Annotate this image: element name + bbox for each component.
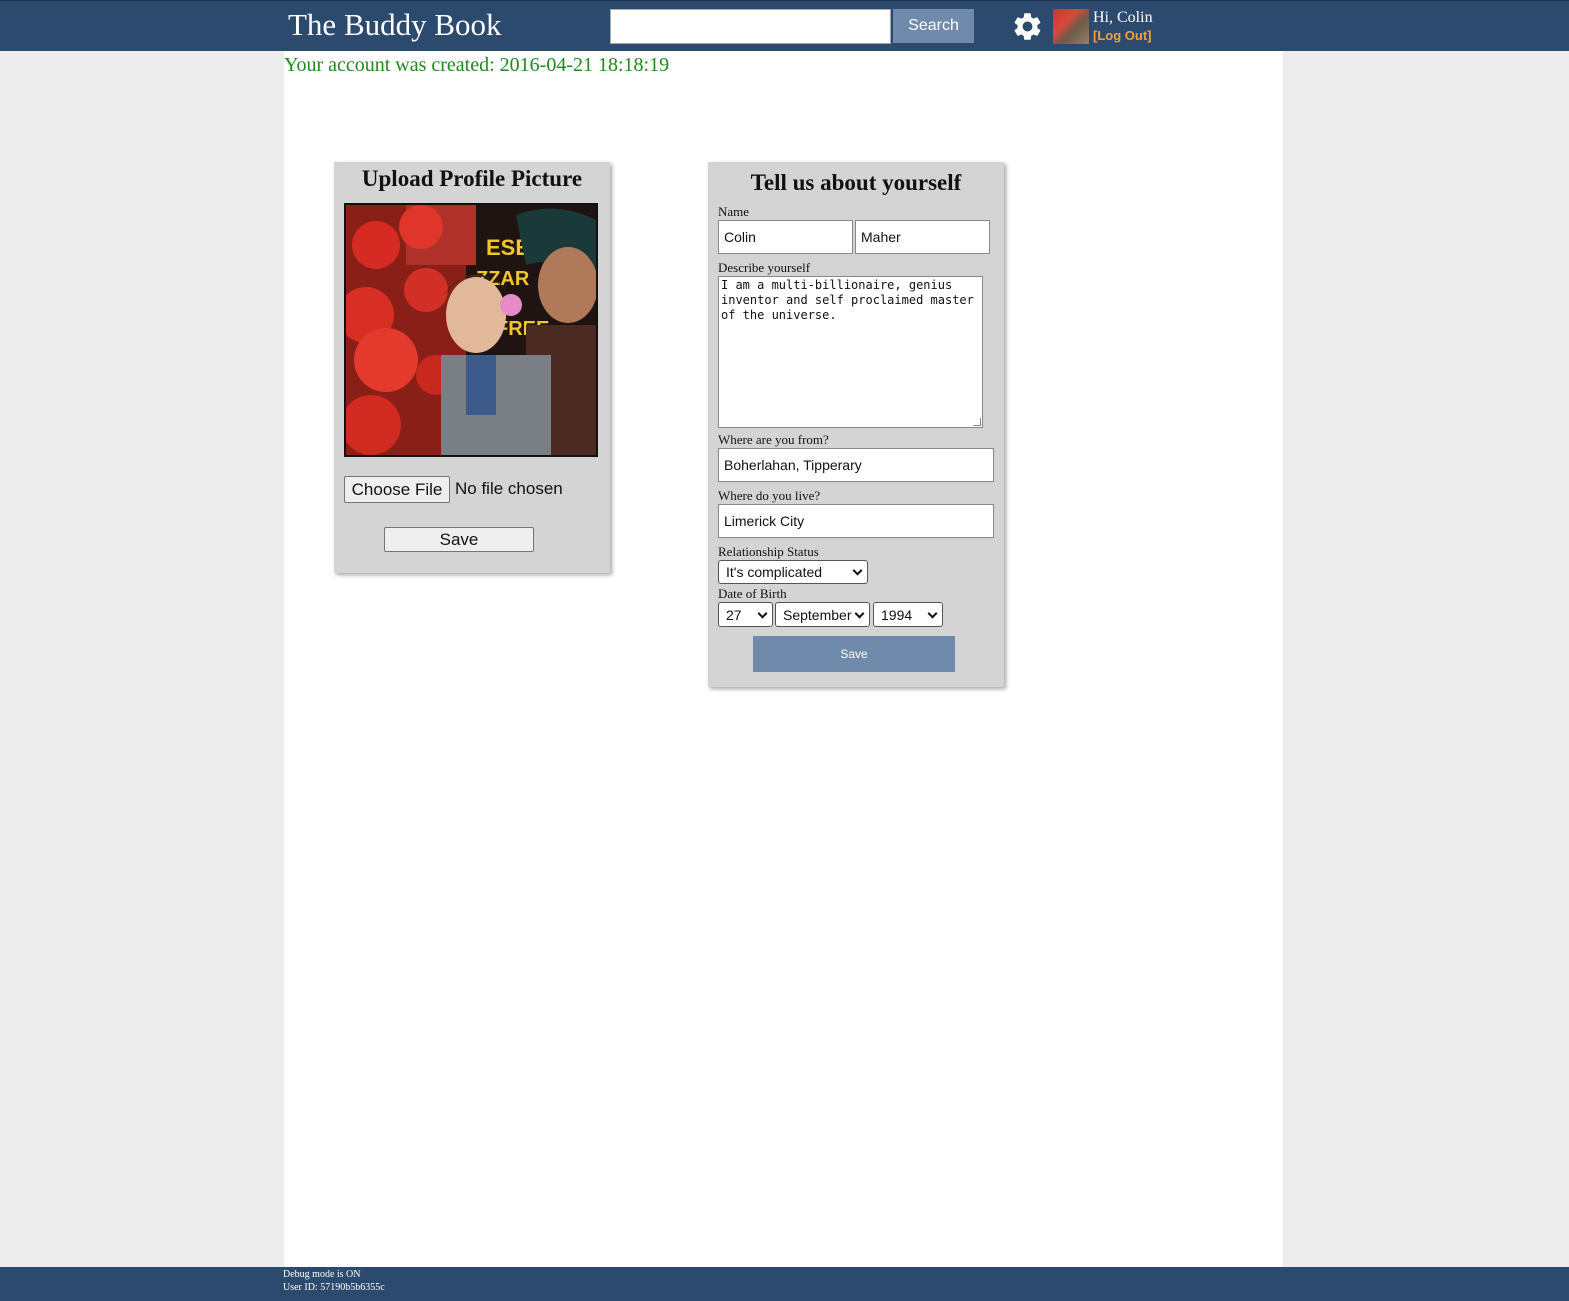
greeting-text: Hi, Colin bbox=[1093, 9, 1153, 26]
about-save-button[interactable]: Save bbox=[753, 636, 955, 672]
hometown-field[interactable]: Boherlahan, Tipperary bbox=[718, 448, 994, 482]
dob-year-select[interactable]: 1994 bbox=[873, 602, 943, 627]
top-nav-bar: The Buddy Book Search Hi, Colin [Log Out… bbox=[0, 0, 1569, 51]
resize-handle-icon[interactable] bbox=[973, 418, 981, 426]
describe-text: I am a multi-billionaire, genius invento… bbox=[721, 278, 982, 322]
chevron-down-icon bbox=[757, 608, 768, 619]
about-panel-title: Tell us about yourself bbox=[750, 170, 962, 195]
dob-year-value: 1994 bbox=[881, 606, 913, 623]
current-city-field[interactable]: Limerick City bbox=[718, 504, 994, 538]
site-logo[interactable]: The Buddy Book bbox=[288, 7, 502, 43]
relationship-value: It's complicated bbox=[726, 564, 823, 580]
about-yourself-panel: Tell us about yourself Name Colin Maher … bbox=[708, 162, 1004, 687]
account-created-notice: Your account was created: 2016-04-21 18:… bbox=[284, 54, 670, 76]
debug-mode-text: Debug mode is ON bbox=[283, 1269, 361, 1280]
logout-link[interactable]: [Log Out] bbox=[1093, 28, 1151, 43]
dob-day-select[interactable]: 27 bbox=[718, 602, 773, 627]
no-file-chosen-label: No file chosen bbox=[455, 479, 563, 498]
upload-panel-title: Upload Profile Picture bbox=[361, 166, 583, 191]
dob-month-select[interactable]: September bbox=[775, 602, 870, 627]
upload-save-button[interactable]: Save bbox=[384, 527, 534, 552]
first-name-field[interactable]: Colin bbox=[718, 220, 853, 254]
debug-info: Debug mode is ON User ID: 57190b5b6355c bbox=[283, 1268, 385, 1294]
relationship-select[interactable]: It's complicated bbox=[718, 560, 868, 584]
last-name-field[interactable]: Maher bbox=[855, 220, 990, 254]
name-label: Name bbox=[718, 204, 750, 219]
chevron-down-icon bbox=[927, 608, 938, 619]
upload-profile-picture-panel: Upload Profile Picture ESE IS ZZAR FREE bbox=[334, 162, 610, 573]
describe-label: Describe yourself bbox=[718, 260, 811, 275]
dob-day-value: 27 bbox=[726, 606, 742, 623]
from-label: Where are you from? bbox=[718, 432, 829, 447]
dob-month-value: September bbox=[783, 606, 852, 623]
search-input[interactable] bbox=[610, 9, 891, 44]
describe-textarea[interactable]: I am a multi-billionaire, genius invento… bbox=[718, 276, 983, 428]
relationship-label: Relationship Status bbox=[718, 544, 819, 559]
live-label: Where do you live? bbox=[718, 488, 821, 503]
choose-file-button[interactable]: Choose File bbox=[344, 476, 450, 503]
search-button[interactable]: Search bbox=[893, 9, 974, 43]
profile-photo: ESE IS ZZAR FREE bbox=[344, 203, 598, 457]
chevron-down-icon bbox=[852, 565, 863, 576]
avatar[interactable] bbox=[1053, 9, 1089, 44]
chevron-down-icon bbox=[854, 608, 865, 619]
dob-label: Date of Birth bbox=[718, 586, 787, 601]
gear-icon[interactable] bbox=[1011, 10, 1044, 43]
footer-bar bbox=[0, 1267, 1569, 1301]
user-id-text: User ID: 57190b5b6355c bbox=[283, 1282, 385, 1293]
